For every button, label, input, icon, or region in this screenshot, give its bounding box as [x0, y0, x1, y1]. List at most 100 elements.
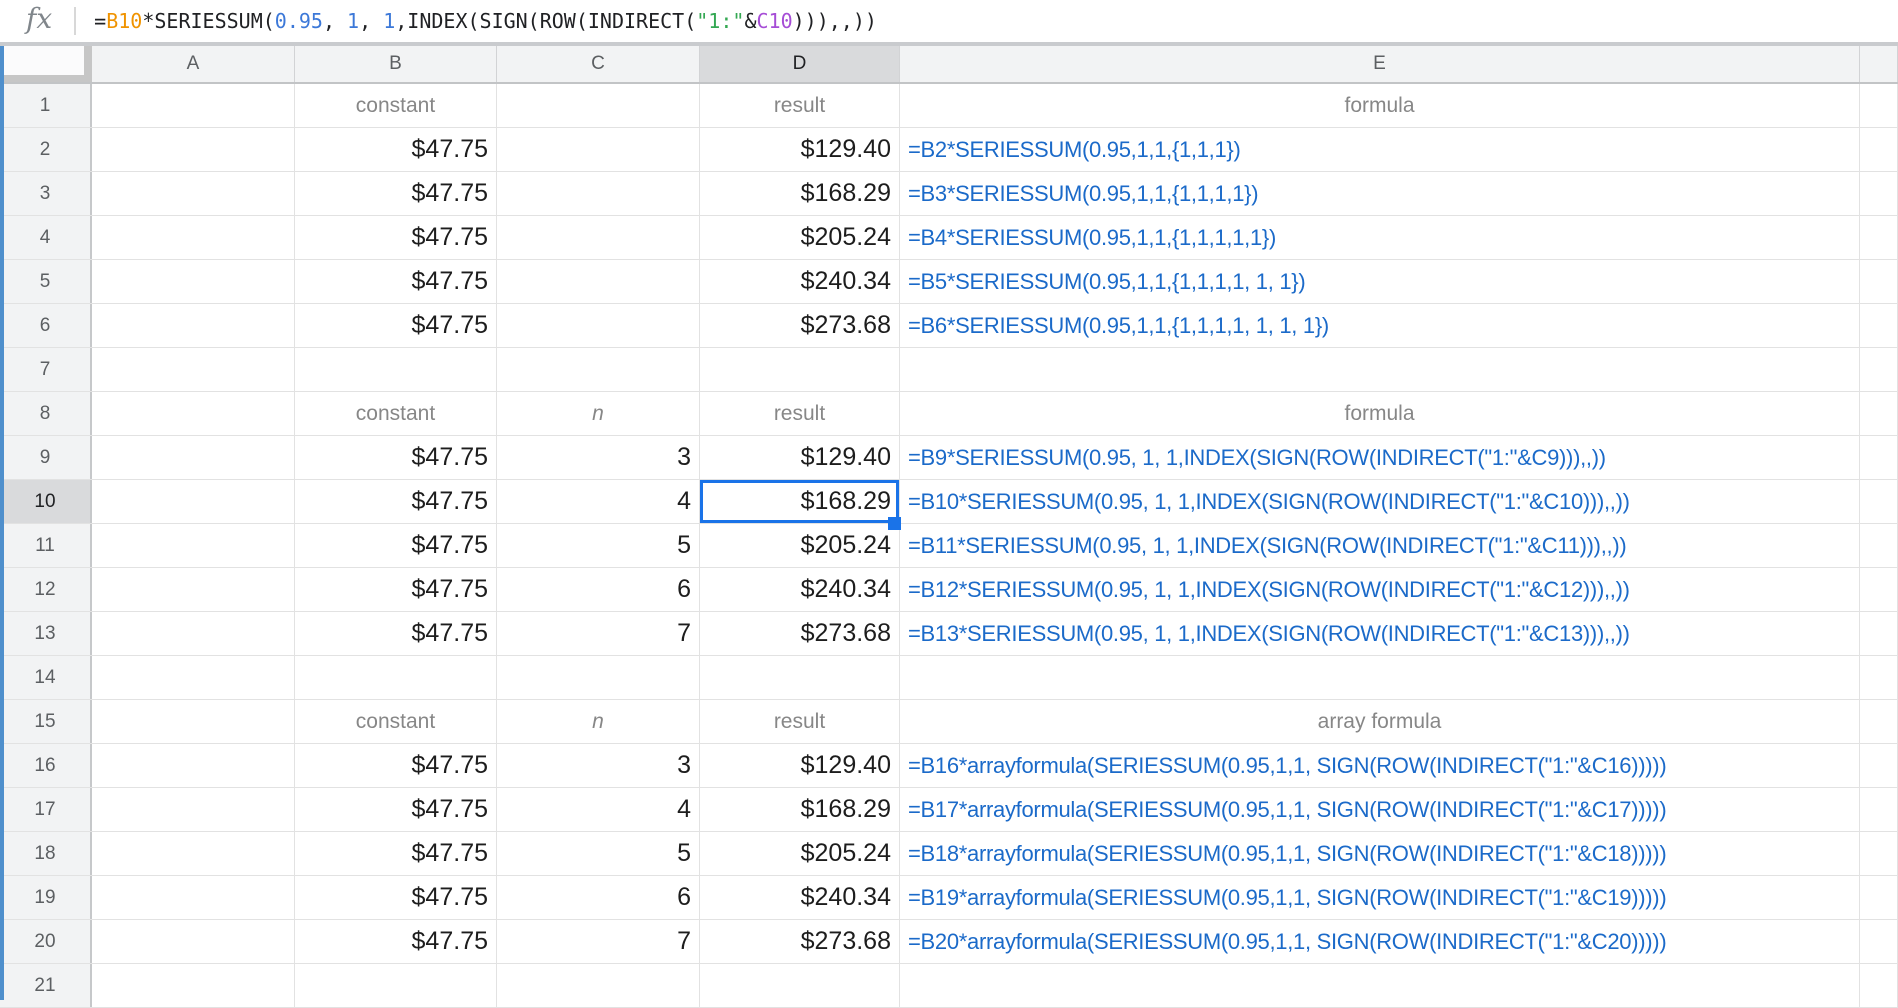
cell-D8[interactable]: result	[700, 392, 900, 435]
cell-A15[interactable]	[92, 700, 295, 743]
cell-D7[interactable]	[700, 348, 900, 391]
cell-C20[interactable]: 7	[497, 920, 700, 963]
cell-E13[interactable]: =B13*SERIESSUM(0.95, 1, 1,INDEX(SIGN(ROW…	[900, 612, 1860, 655]
cell-C12[interactable]: 6	[497, 568, 700, 611]
cell-B3[interactable]: $47.75	[295, 172, 497, 215]
cell-F6[interactable]	[1860, 304, 1898, 347]
cell-E10[interactable]: =B10*SERIESSUM(0.95, 1, 1,INDEX(SIGN(ROW…	[900, 480, 1860, 523]
cell-C6[interactable]	[497, 304, 700, 347]
cell-E8[interactable]: formula	[900, 392, 1860, 435]
cell-D5[interactable]: $240.34	[700, 260, 900, 303]
cell-A16[interactable]	[92, 744, 295, 787]
cell-E3[interactable]: =B3*SERIESSUM(0.95,1,1,{1,1,1,1})	[900, 172, 1860, 215]
cell-E7[interactable]	[900, 348, 1860, 391]
row-header-17[interactable]: 17	[0, 788, 92, 831]
cell-A18[interactable]	[92, 832, 295, 875]
cell-E20[interactable]: =B20*arrayformula(SERIESSUM(0.95,1,1, SI…	[900, 920, 1860, 963]
column-header-A[interactable]: A	[92, 46, 295, 82]
column-header-partial[interactable]	[1860, 46, 1898, 82]
cell-B12[interactable]: $47.75	[295, 568, 497, 611]
row-header-3[interactable]: 3	[0, 172, 92, 215]
row-header-4[interactable]: 4	[0, 216, 92, 259]
cell-B9[interactable]: $47.75	[295, 436, 497, 479]
cell-C15[interactable]: n	[497, 700, 700, 743]
cell-A7[interactable]	[92, 348, 295, 391]
cell-D9[interactable]: $129.40	[700, 436, 900, 479]
cell-D13[interactable]: $273.68	[700, 612, 900, 655]
cell-D11[interactable]: $205.24	[700, 524, 900, 567]
row-header-10[interactable]: 10	[0, 480, 92, 523]
cell-C17[interactable]: 4	[497, 788, 700, 831]
cell-E12[interactable]: =B12*SERIESSUM(0.95, 1, 1,INDEX(SIGN(ROW…	[900, 568, 1860, 611]
row-header-18[interactable]: 18	[0, 832, 92, 875]
cell-A2[interactable]	[92, 128, 295, 171]
cell-F7[interactable]	[1860, 348, 1898, 391]
cell-B2[interactable]: $47.75	[295, 128, 497, 171]
cell-D17[interactable]: $168.29	[700, 788, 900, 831]
cell-D10[interactable]: $168.29	[700, 480, 901, 530]
cell-D4[interactable]: $205.24	[700, 216, 900, 259]
cell-F20[interactable]	[1860, 920, 1898, 963]
cell-B7[interactable]	[295, 348, 497, 391]
select-all-corner[interactable]	[0, 46, 92, 82]
cell-B21[interactable]	[295, 964, 497, 1007]
row-header-5[interactable]: 5	[0, 260, 92, 303]
cell-D2[interactable]: $129.40	[700, 128, 900, 171]
column-header-E[interactable]: E	[900, 46, 1860, 82]
cell-E19[interactable]: =B19*arrayformula(SERIESSUM(0.95,1,1, SI…	[900, 876, 1860, 919]
cell-B16[interactable]: $47.75	[295, 744, 497, 787]
cell-C10[interactable]: 4	[497, 480, 700, 523]
row-header-21[interactable]: 21	[0, 964, 92, 1007]
cell-B4[interactable]: $47.75	[295, 216, 497, 259]
cell-F1[interactable]	[1860, 84, 1898, 127]
cell-A6[interactable]	[92, 304, 295, 347]
cell-D21[interactable]	[700, 964, 900, 1007]
cell-D3[interactable]: $168.29	[700, 172, 900, 215]
cell-D12[interactable]: $240.34	[700, 568, 900, 611]
formula-input[interactable]: =B10*SERIESSUM(0.95, 1, 1,INDEX(SIGN(ROW…	[76, 9, 877, 33]
cell-C9[interactable]: 3	[497, 436, 700, 479]
cell-C7[interactable]	[497, 348, 700, 391]
row-header-9[interactable]: 9	[0, 436, 92, 479]
cell-C5[interactable]	[497, 260, 700, 303]
cell-A11[interactable]	[92, 524, 295, 567]
cell-B5[interactable]: $47.75	[295, 260, 497, 303]
cell-C2[interactable]	[497, 128, 700, 171]
cell-A14[interactable]	[92, 656, 295, 699]
cell-C8[interactable]: n	[497, 392, 700, 435]
cell-F10[interactable]	[1860, 480, 1898, 523]
row-header-11[interactable]: 11	[0, 524, 92, 567]
row-header-12[interactable]: 12	[0, 568, 92, 611]
fill-handle[interactable]	[888, 517, 901, 530]
cell-F15[interactable]	[1860, 700, 1898, 743]
cell-C4[interactable]	[497, 216, 700, 259]
cell-A20[interactable]	[92, 920, 295, 963]
cell-E14[interactable]	[900, 656, 1860, 699]
cell-F14[interactable]	[1860, 656, 1898, 699]
cell-B11[interactable]: $47.75	[295, 524, 497, 567]
cell-F3[interactable]	[1860, 172, 1898, 215]
cell-B1[interactable]: constant	[295, 84, 497, 127]
cell-B15[interactable]: constant	[295, 700, 497, 743]
cell-D6[interactable]: $273.68	[700, 304, 900, 347]
cell-F21[interactable]	[1860, 964, 1898, 1007]
cell-B20[interactable]: $47.75	[295, 920, 497, 963]
row-header-6[interactable]: 6	[0, 304, 92, 347]
column-header-D[interactable]: D	[700, 46, 900, 82]
cell-A17[interactable]	[92, 788, 295, 831]
cell-C3[interactable]	[497, 172, 700, 215]
cell-E16[interactable]: =B16*arrayformula(SERIESSUM(0.95,1,1, SI…	[900, 744, 1860, 787]
cell-F9[interactable]	[1860, 436, 1898, 479]
cell-E17[interactable]: =B17*arrayformula(SERIESSUM(0.95,1,1, SI…	[900, 788, 1860, 831]
cell-A9[interactable]	[92, 436, 295, 479]
cell-F13[interactable]	[1860, 612, 1898, 655]
cell-E6[interactable]: =B6*SERIESSUM(0.95,1,1,{1,1,1,1, 1, 1, 1…	[900, 304, 1860, 347]
cell-A13[interactable]	[92, 612, 295, 655]
cell-E21[interactable]	[900, 964, 1860, 1007]
row-header-1[interactable]: 1	[0, 84, 92, 127]
cell-E1[interactable]: formula	[900, 84, 1860, 127]
cell-F12[interactable]	[1860, 568, 1898, 611]
cell-B19[interactable]: $47.75	[295, 876, 497, 919]
row-header-16[interactable]: 16	[0, 744, 92, 787]
row-header-2[interactable]: 2	[0, 128, 92, 171]
